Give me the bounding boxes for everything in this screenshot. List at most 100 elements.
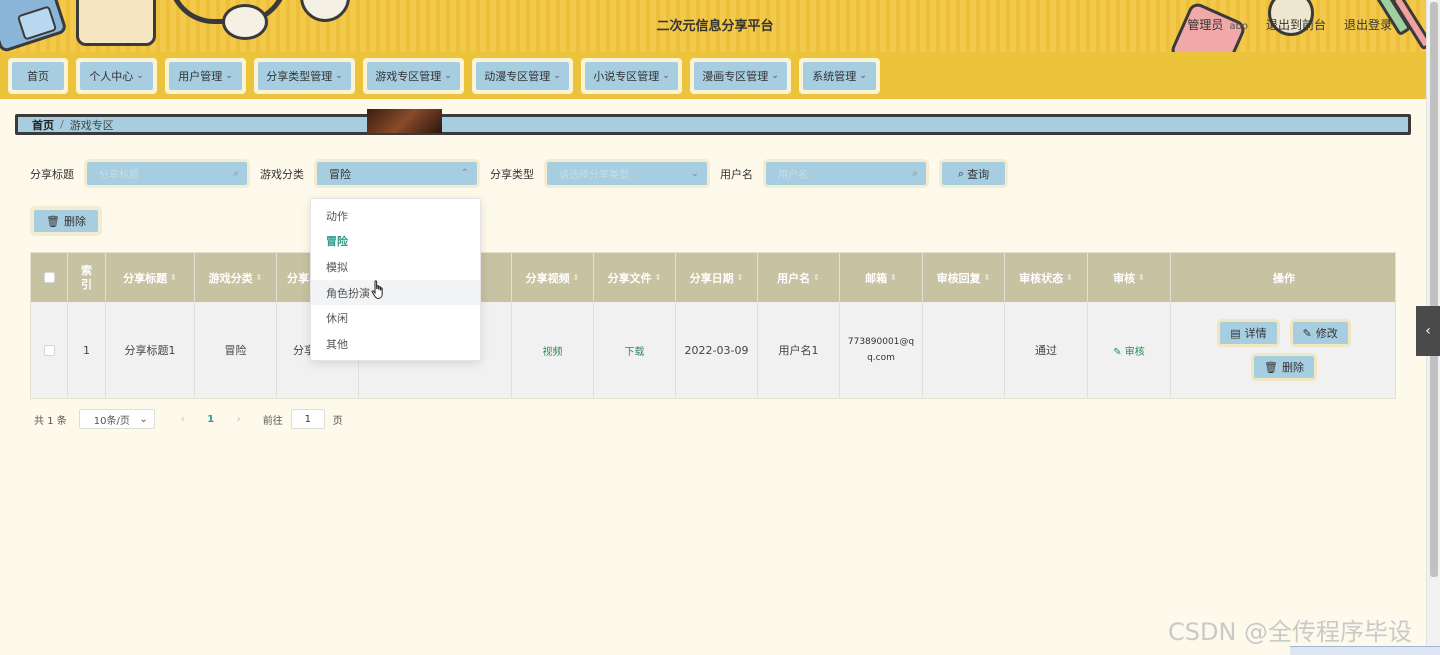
cover-image[interactable] bbox=[367, 109, 442, 133]
header-label: 审核状态 bbox=[1019, 271, 1064, 285]
category-filter-label: 游戏分类 bbox=[260, 167, 304, 181]
collapse-arrow-icon[interactable]: ‹ bbox=[1416, 306, 1440, 356]
dropdown-option-selected[interactable]: 冒险 bbox=[311, 229, 480, 255]
title-search-input[interactable]: 分享标题 ⌕ bbox=[87, 162, 247, 185]
select-all-checkbox[interactable] bbox=[43, 272, 55, 283]
decoration-card bbox=[76, 0, 156, 46]
sort-icon: ⇕ bbox=[170, 273, 177, 282]
next-page-button[interactable]: › bbox=[229, 414, 249, 425]
dropdown-option[interactable]: 动作 bbox=[311, 203, 480, 229]
user-filter-box: 用户名 ⌕ bbox=[763, 159, 929, 188]
total-suffix: 条 bbox=[56, 415, 67, 427]
nav-system-manage[interactable]: 系统管理 ⌄ bbox=[799, 58, 880, 94]
row-checkbox[interactable] bbox=[43, 344, 55, 356]
watermark: CSDN @全传程序毕设 bbox=[1168, 618, 1413, 646]
nav-novel-zone-manage[interactable]: 小说专区管理 ⌄ bbox=[581, 58, 682, 94]
scrollbar-thumb[interactable] bbox=[1430, 2, 1438, 577]
batch-delete-button[interactable]: 🗑 删除 bbox=[30, 206, 102, 236]
header-email[interactable]: 邮箱 ⇕ bbox=[840, 253, 923, 302]
page-size-value: 10条/页 bbox=[93, 415, 130, 427]
sort-icon: ⇕ bbox=[1066, 273, 1073, 282]
page-number[interactable]: 1 bbox=[201, 414, 221, 425]
chevron-up-icon: ⌃ bbox=[460, 168, 469, 179]
header-label: 分享日期 bbox=[689, 271, 734, 285]
prev-page-button[interactable]: ‹ bbox=[173, 414, 193, 425]
dropdown-option[interactable]: 休闲 bbox=[311, 305, 480, 331]
system-tray bbox=[1290, 646, 1440, 655]
to-front-link[interactable]: 退出到前台 bbox=[1266, 16, 1326, 33]
category-select[interactable]: 冒险 ⌃ bbox=[317, 162, 477, 185]
header-date[interactable]: 分享日期 ⇕ bbox=[676, 253, 758, 302]
type-filter-box: 请选择分享类型 ⌄ bbox=[544, 159, 710, 188]
goto-page-input[interactable]: 1 bbox=[290, 409, 325, 429]
chevron-down-icon: ⌄ bbox=[553, 71, 561, 81]
breadcrumb: 首页 / 游戏专区 bbox=[15, 114, 1411, 135]
review-link[interactable]: ✎ 审核 bbox=[1113, 343, 1145, 358]
data-table: 索引 分享标题 ⇕ 游戏分类 ⇕ 分享 分享视频 ⇕ 分享文件 ⇕ 分享日期 ⇕ 用户名 ⇕… bbox=[30, 252, 1396, 399]
username-search-input[interactable]: 用户名 ⌕ bbox=[766, 162, 926, 185]
trash-icon: 🗑 bbox=[46, 214, 60, 228]
nav-label: 分享类型管理 bbox=[266, 70, 333, 83]
dropdown-option[interactable]: 模拟 bbox=[311, 254, 480, 280]
header-select-all[interactable] bbox=[31, 253, 68, 302]
hand-cursor-icon bbox=[371, 280, 383, 299]
cell-email: 773890001@q q.com bbox=[840, 302, 923, 398]
query-button[interactable]: ⌕ 查询 bbox=[939, 159, 1008, 188]
dropdown-option-hovered[interactable]: 角色扮演 bbox=[311, 279, 480, 306]
header-label: 游戏分类 bbox=[208, 271, 253, 285]
detail-label: 详情 bbox=[1244, 327, 1267, 340]
header-title[interactable]: 分享标题 ⇕ bbox=[106, 253, 195, 302]
nav-home[interactable]: 首页 bbox=[8, 58, 68, 94]
nav-user-manage[interactable]: 用户管理 ⌄ bbox=[165, 58, 246, 94]
video-link[interactable]: 视频 bbox=[543, 343, 563, 358]
edit-button[interactable]: ✎ 修改 bbox=[1289, 319, 1351, 347]
user-menu: 管理员 abo 退出到前台 退出登录 bbox=[1187, 16, 1392, 33]
nav-game-zone-manage[interactable]: 游戏专区管理 ⌄ bbox=[363, 58, 464, 94]
nav-label: 首页 bbox=[27, 70, 49, 83]
header-actions: 操作 bbox=[1171, 253, 1397, 302]
category-filter-box: 冒险 ⌃ bbox=[314, 159, 480, 188]
header-label: 分享文件 bbox=[607, 271, 652, 285]
query-button-label: 查询 bbox=[967, 167, 990, 181]
chevron-down-icon: ⌄ bbox=[225, 71, 233, 81]
type-select[interactable]: 请选择分享类型 ⌄ bbox=[547, 162, 707, 185]
nav-label: 个人中心 bbox=[89, 70, 134, 83]
review-label: 审核 bbox=[1124, 346, 1145, 358]
email-line: 773890001@q bbox=[847, 337, 915, 347]
user-filter-label: 用户名 bbox=[720, 167, 753, 181]
sort-icon: ⇕ bbox=[983, 273, 991, 282]
filter-bar: 分享标题 分享标题 ⌕ 游戏分类 冒险 ⌃ 分享类型 请选择分享类型 ⌄ 用户名… bbox=[30, 159, 1008, 188]
breadcrumb-home[interactable]: 首页 bbox=[32, 117, 54, 133]
document-icon: ▤ bbox=[1230, 326, 1241, 340]
nav-personal-center[interactable]: 个人中心 ⌄ bbox=[76, 58, 157, 94]
header-username[interactable]: 用户名 ⇕ bbox=[758, 253, 840, 302]
detail-button[interactable]: ▤ 详情 bbox=[1217, 319, 1280, 347]
goto-label: 前往 bbox=[262, 415, 283, 427]
row-delete-button[interactable]: 🗑 删除 bbox=[1251, 353, 1317, 381]
chevron-down-icon: ⌄ bbox=[335, 71, 343, 81]
header-reply[interactable]: 审核回复 ⇕ bbox=[923, 253, 1005, 302]
row-delete-label: 删除 bbox=[1281, 361, 1304, 374]
cell-actions: ▤ 详情 ✎ 修改 🗑 删除 bbox=[1171, 302, 1397, 398]
page-size-select[interactable]: 10条/页 ⌄ bbox=[78, 409, 155, 429]
nav-share-type-manage[interactable]: 分享类型管理 ⌄ bbox=[254, 58, 355, 94]
chevron-down-icon: ⌄ bbox=[690, 168, 699, 179]
sort-icon: ⇕ bbox=[654, 273, 662, 282]
nav-anime-zone-manage[interactable]: 动漫专区管理 ⌄ bbox=[472, 58, 573, 94]
cell-status: 通过 bbox=[1005, 302, 1088, 398]
header-file[interactable]: 分享文件 ⇕ bbox=[594, 253, 676, 302]
logout-link[interactable]: 退出登录 bbox=[1344, 16, 1392, 33]
total-prefix: 共 bbox=[34, 415, 44, 427]
dropdown-option[interactable]: 其他 bbox=[311, 331, 480, 357]
nav-label: 用户管理 bbox=[178, 70, 223, 83]
chevron-down-icon: ⌄ bbox=[136, 71, 144, 81]
trash-icon: 🗑 bbox=[1264, 360, 1278, 374]
header-video[interactable]: 分享视频 ⇕ bbox=[512, 253, 594, 302]
chevron-down-icon: ⌄ bbox=[139, 413, 148, 425]
download-link[interactable]: 下载 bbox=[625, 343, 645, 358]
header-review[interactable]: 审核 ⇕ bbox=[1088, 253, 1171, 302]
nav-comic-zone-manage[interactable]: 漫画专区管理 ⌄ bbox=[690, 58, 791, 94]
header-status[interactable]: 审核状态 ⇕ bbox=[1005, 253, 1088, 302]
row-select[interactable] bbox=[31, 302, 68, 398]
header-category[interactable]: 游戏分类 ⇕ bbox=[195, 253, 277, 302]
